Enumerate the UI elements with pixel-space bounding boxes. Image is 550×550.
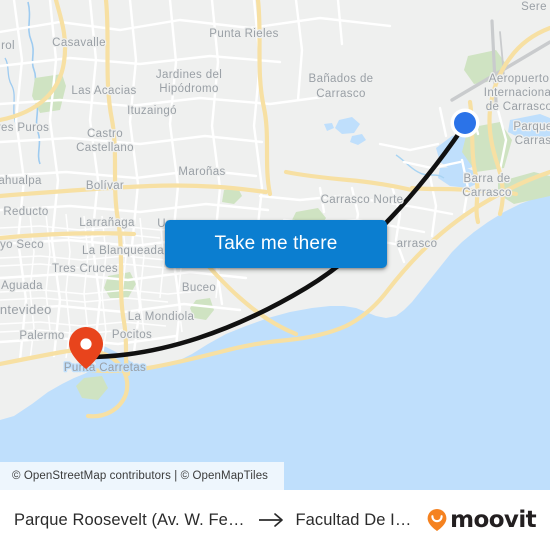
map-label: Buceo [182,282,216,294]
moovit-pin-icon [426,508,448,532]
map-label: Punta Rieles [209,28,278,40]
map-label: Ituzaingó [127,105,177,117]
take-me-there-button[interactable]: Take me there [165,220,387,268]
map-trip-screen: rol Casavalle Punta Rieles Jardines del … [0,0,550,550]
map-label: Punta Carretas [64,362,146,374]
map-label: Aeropuerto [489,73,549,85]
map-label: Jardines del [156,69,222,81]
map-label: Carras [515,135,550,147]
map-label: Internacional [484,87,550,99]
map-label: Aguada [1,280,43,292]
map-label: Barra de [464,173,511,185]
map-label: Larrañaga [79,217,135,229]
map-label: Hipódromo [159,83,218,95]
moovit-wordmark: moovit [450,507,536,533]
map-attribution[interactable]: © OpenStreetMap contributors | © OpenMap… [0,462,285,490]
map-label: Casavalle [52,37,106,49]
arrow-right-icon [258,512,286,528]
map-label: Castellano [76,142,134,154]
map-label: Carrasco Norte [321,194,404,206]
map-label: Bañados de [309,73,374,85]
map-label: Maroñas [178,166,225,178]
map-label: arrasco [397,238,438,250]
trip-destination-label[interactable]: Facultad De Ing… [295,511,417,530]
map-label: rol [1,40,15,52]
map-label: La Blanqueada [82,245,164,257]
moovit-logo[interactable]: moovit [426,507,537,533]
map-label: res Puros [0,122,49,134]
destination-dot-marker[interactable] [450,108,480,138]
map-label: Tres Cruces [52,263,118,275]
map-label: La Mondiola [128,311,195,323]
trip-summary-bar: Parque Roosevelt (Av. W. Ferreir… Facult… [0,490,550,550]
map-label: ontevideo [0,302,52,317]
map-label: Carrasco [462,187,511,199]
trip-origin-label[interactable]: Parque Roosevelt (Av. W. Ferreir… [14,511,249,530]
map-label: Parque [513,121,550,133]
map-label: Reducto [3,206,48,218]
map-label: Pocitos [112,329,152,341]
map-label: Las Acacias [71,85,136,97]
map-label: Sere [521,1,547,13]
map-label: Castro [87,128,123,140]
map-label: Carrasco [316,88,365,100]
map-label: de Carrasco [486,101,550,113]
map-label: yo Seco [0,239,44,251]
map-label: Bolívar [86,180,124,192]
map-label: ahualpa [0,175,42,187]
map-label: Palermo [19,330,64,342]
